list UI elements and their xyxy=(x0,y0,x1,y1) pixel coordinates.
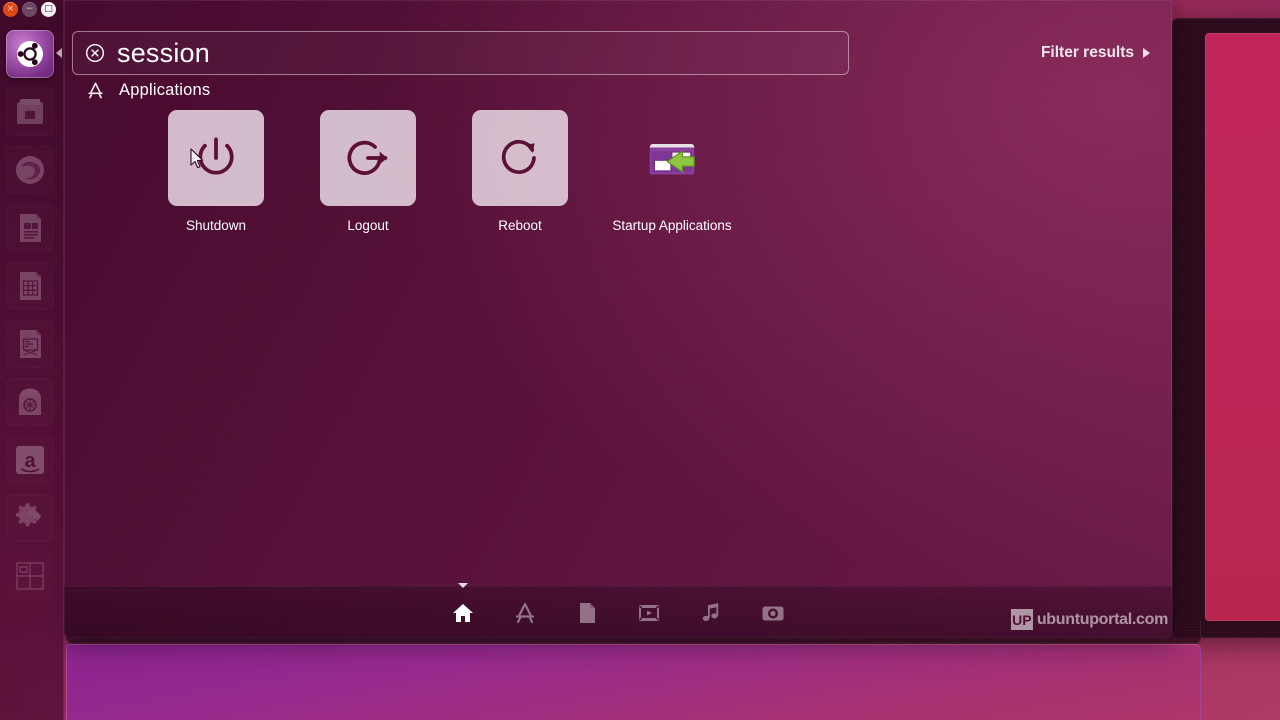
dash-border xyxy=(64,0,1172,638)
filter-results-button[interactable]: Filter results xyxy=(1041,44,1150,62)
result-label: Logout xyxy=(347,218,389,233)
desktop-screen: session Filter results Applications Shut… xyxy=(0,0,1280,720)
files-lens[interactable] xyxy=(569,595,605,631)
unity-dash: session Filter results Applications Shut… xyxy=(64,0,1172,638)
result-tile-shutdown[interactable] xyxy=(168,110,264,206)
result-label: Reboot xyxy=(498,218,542,233)
workspace-switcher-icon xyxy=(16,562,44,590)
result-item-reboot[interactable]: Reboot xyxy=(444,110,596,233)
ubuntu-logo-icon xyxy=(17,41,43,67)
film-icon xyxy=(639,604,659,621)
music-lens[interactable] xyxy=(693,595,729,631)
launcher-item-writer[interactable] xyxy=(6,204,54,252)
photos-lens[interactable] xyxy=(755,595,791,631)
launcher-item-calc[interactable] xyxy=(6,262,54,310)
applications-lens[interactable] xyxy=(507,595,543,631)
result-item-logout[interactable]: Logout xyxy=(292,110,444,233)
search-input[interactable]: session xyxy=(72,31,849,75)
triangle-right-icon xyxy=(1143,48,1150,58)
writer-icon xyxy=(20,214,41,242)
active-lens-marker xyxy=(458,582,468,588)
result-tile-startup-applications[interactable] xyxy=(624,110,720,206)
firefox-icon xyxy=(16,156,44,184)
file-manager-icon xyxy=(17,99,43,124)
camera-icon xyxy=(762,606,784,620)
impress-icon xyxy=(20,330,41,358)
launcher-item-amazon[interactable]: a xyxy=(6,436,54,484)
result-label: Shutdown xyxy=(185,218,247,233)
watermark-logo: UP xyxy=(1010,609,1033,630)
system-settings-icon xyxy=(16,503,41,527)
startup-applications-icon xyxy=(649,144,695,175)
launcher-item-files[interactable] xyxy=(6,88,54,136)
watermark-text: ubuntuportal.com xyxy=(1036,610,1168,628)
window-controls: × − □ xyxy=(3,2,56,17)
lens-bar xyxy=(64,582,1172,638)
maximize-icon[interactable]: □ xyxy=(41,2,56,17)
clear-circle-x-icon[interactable] xyxy=(85,43,105,63)
result-item-startup-applications[interactable]: Startup Applications xyxy=(596,110,748,233)
filter-results-label: Filter results xyxy=(1040,44,1134,61)
result-tile-logout[interactable] xyxy=(320,110,416,206)
result-label: Startup Applications xyxy=(612,218,732,233)
document-icon xyxy=(580,602,595,623)
power-icon xyxy=(198,137,234,175)
launcher-item-firefox[interactable] xyxy=(6,146,54,194)
home-icon xyxy=(453,603,473,622)
minimize-icon[interactable]: − xyxy=(22,2,37,17)
svg-text:a: a xyxy=(24,450,36,472)
amazon-icon: a xyxy=(16,446,44,474)
results-grid: Shutdown Logout Reboot Startup Applicati… xyxy=(140,110,748,233)
category-label: Applications xyxy=(119,81,211,99)
applications-lens-icon xyxy=(88,82,103,99)
close-icon[interactable]: × xyxy=(3,2,18,17)
background-window-right[interactable] xyxy=(1172,18,1280,638)
home-lens[interactable] xyxy=(445,582,481,631)
launcher-item-system-settings[interactable] xyxy=(6,494,54,542)
background-window-body xyxy=(1205,33,1280,621)
reboot-refresh-icon xyxy=(501,139,536,174)
workspace-switcher[interactable] xyxy=(6,552,54,600)
music-note-icon xyxy=(702,602,719,621)
category-header-applications[interactable]: Applications xyxy=(86,81,210,100)
software-center-icon xyxy=(19,388,41,415)
unity-launcher: × − □ a xyxy=(0,0,64,720)
launcher-item-software-center[interactable] xyxy=(6,378,54,426)
calc-icon xyxy=(20,272,41,300)
search-input-value: session xyxy=(117,37,210,68)
result-item-shutdown[interactable]: Shutdown xyxy=(140,110,292,233)
launcher-items: a xyxy=(6,88,54,542)
launcher-active-arrow-icon xyxy=(56,48,62,58)
applications-lens-icon xyxy=(515,602,535,623)
video-lens[interactable] xyxy=(631,595,667,631)
launcher-item-impress[interactable] xyxy=(6,320,54,368)
result-tile-reboot[interactable] xyxy=(472,110,568,206)
search-row: session Filter results xyxy=(72,30,1162,76)
background-window-bottom[interactable] xyxy=(66,644,1201,720)
dash-home-button[interactable] xyxy=(6,30,54,78)
logout-arrow-icon xyxy=(347,140,388,175)
watermark: UP ubuntuportal.com xyxy=(1007,607,1172,632)
